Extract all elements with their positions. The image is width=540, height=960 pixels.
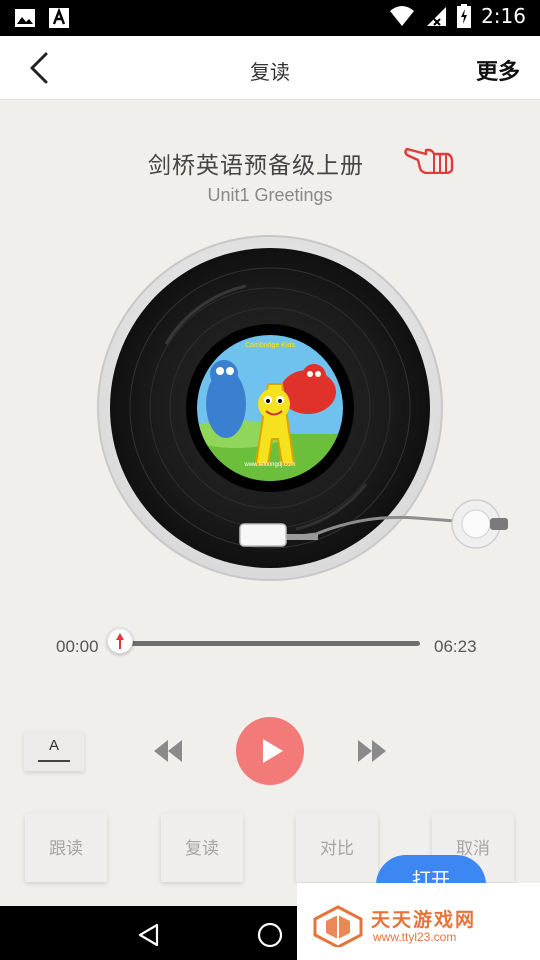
tonearm[interactable] xyxy=(236,494,512,554)
total-time: 06:23 xyxy=(434,637,477,656)
play-icon xyxy=(263,739,283,763)
wifi-icon xyxy=(390,6,415,26)
unit-title: Unit1 Greetings xyxy=(207,185,333,205)
status-time: 2:16 xyxy=(481,4,526,28)
repeat-read-button[interactable]: 复读 xyxy=(161,814,243,882)
font-underline xyxy=(38,760,70,762)
font-size-button[interactable]: A xyxy=(24,731,84,771)
follow-read-button[interactable]: 跟读 xyxy=(25,814,107,882)
compare-button[interactable]: 对比 xyxy=(296,814,378,882)
rewind-icon[interactable] xyxy=(152,736,184,766)
nav-back-icon[interactable] xyxy=(136,922,162,948)
top-app-bar: 复读 更多 xyxy=(0,36,540,100)
fast-forward-icon[interactable] xyxy=(356,736,388,766)
watermark-name: 天天游戏网 xyxy=(371,909,477,931)
current-time: 00:00 xyxy=(56,637,99,656)
site-logo-icon xyxy=(313,905,363,947)
watermark-url: www.ttyl23.com xyxy=(373,930,457,944)
pointing-hand-icon[interactable] xyxy=(404,144,454,174)
image-icon xyxy=(15,9,35,27)
play-button[interactable] xyxy=(236,717,304,785)
battery-icon xyxy=(457,4,472,28)
nav-home-icon[interactable] xyxy=(256,921,284,949)
text-a-icon xyxy=(49,7,69,28)
progress-thumb[interactable] xyxy=(107,628,133,654)
book-title: 剑桥英语预备级上册 xyxy=(148,153,364,179)
status-bar: 2:16 xyxy=(0,0,540,36)
page-title: 复读 xyxy=(250,60,290,84)
album-label-bottom-text: www.lexiongdj.com xyxy=(243,462,295,468)
more-button[interactable]: 更多 xyxy=(476,54,520,86)
watermark-banner: 天天游戏网 www.ttyl23.com xyxy=(297,883,540,960)
font-size-button-label: A xyxy=(48,737,59,754)
progress-bar[interactable] xyxy=(120,641,420,646)
album-label-top-text: Cambridge Kids xyxy=(245,342,295,349)
position-marker-icon xyxy=(116,633,124,649)
signal-icon xyxy=(427,7,447,26)
